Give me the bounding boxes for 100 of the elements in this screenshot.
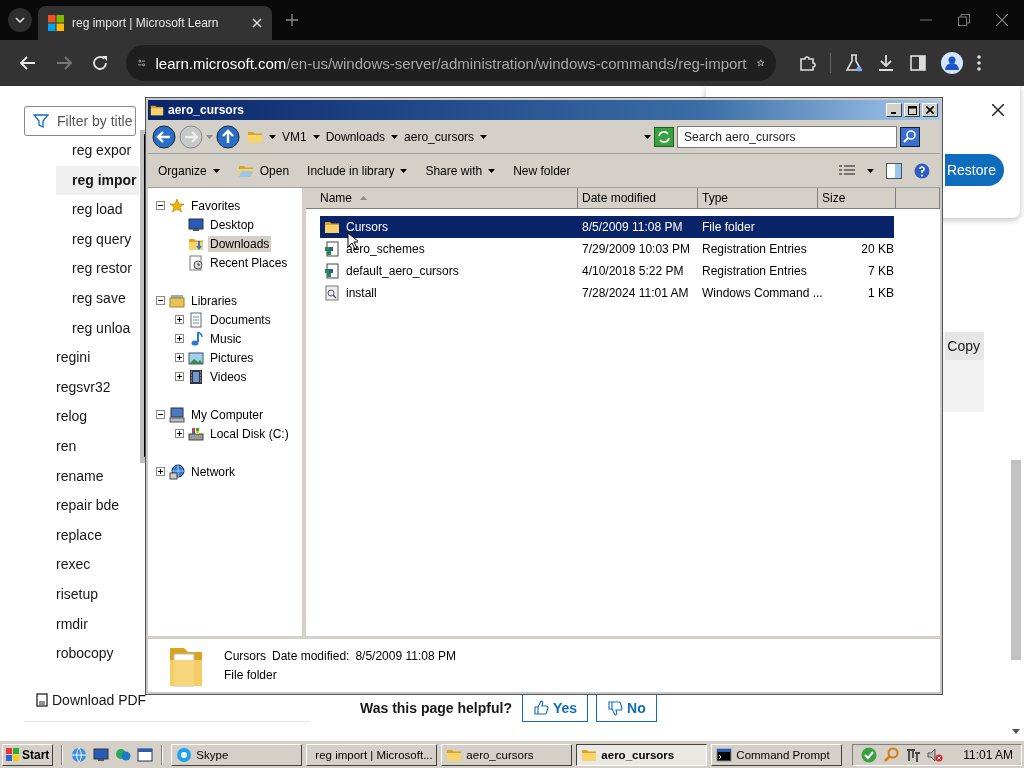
tree-item[interactable]: Favorites	[189, 197, 243, 214]
tree-item[interactable]: Music	[208, 330, 244, 347]
close-button[interactable]	[922, 103, 938, 117]
nav-link[interactable]: reg save	[24, 283, 126, 314]
nav-link[interactable]: relog	[24, 402, 88, 432]
breadcrumb-item[interactable]: VM1	[282, 129, 307, 144]
toolbar-button[interactable]: Share with	[425, 163, 496, 178]
globe-icon[interactable]	[71, 746, 88, 763]
preview-pane-icon[interactable]	[886, 162, 902, 179]
tree-item[interactable]: Libraries	[189, 292, 240, 309]
avatar-icon[interactable]	[941, 52, 963, 74]
tree-item[interactable]: Desktop	[208, 216, 257, 233]
nav-link[interactable]: reg impor	[56, 165, 139, 196]
details-view-icon[interactable]	[839, 163, 855, 178]
scroll-arrow-icon[interactable]	[1012, 729, 1020, 734]
file-row[interactable]: default_aero_cursors 4/10/2018 5:22 PM Registration Entries 7 KB	[320, 260, 894, 282]
restore-icon[interactable]	[958, 14, 970, 26]
maximize-button[interactable]	[904, 103, 920, 117]
back-button[interactable]	[152, 124, 176, 149]
expand-icon[interactable]	[156, 467, 165, 476]
nav-link[interactable]: ren	[24, 431, 77, 462]
tree-item[interactable]: Local Disk (C:)	[208, 425, 291, 442]
back-arrow-icon[interactable]	[19, 54, 37, 72]
flask-icon[interactable]	[845, 54, 863, 72]
menu-icon[interactable]	[977, 54, 981, 72]
tab-list-button[interactable]	[8, 8, 32, 32]
collapse-icon[interactable]	[156, 201, 165, 210]
nav-link[interactable]: regsvr32	[24, 372, 111, 403]
file-row[interactable]: Cursors 8/5/2009 11:08 PM File folder	[320, 216, 894, 238]
column-header[interactable]: Type	[698, 188, 818, 209]
expand-icon[interactable]	[175, 372, 184, 381]
window-icon[interactable]	[137, 746, 154, 763]
nav-link[interactable]: regini	[24, 343, 91, 373]
download-link[interactable]: Download PDF	[24, 686, 147, 713]
feedback-button[interactable]: No	[596, 694, 657, 722]
file-row[interactable]: aero_schemes 7/29/2009 10:03 PM Registration Entries 20 KB	[320, 238, 894, 260]
column-header[interactable]: Date modified	[578, 188, 698, 209]
nav-link[interactable]: reg load	[24, 195, 123, 225]
toolbar-button[interactable]: Include in library	[307, 163, 408, 178]
refresh-button[interactable]	[654, 126, 674, 147]
expand-icon[interactable]	[175, 334, 184, 343]
search-icon[interactable]	[900, 126, 920, 147]
tree-item[interactable]: Recent Places	[208, 254, 290, 271]
close-icon[interactable]	[992, 104, 1004, 116]
nav-link[interactable]: rmdir	[24, 609, 88, 640]
taskbar-button[interactable]: reg import | Microsoft...	[306, 743, 438, 766]
toolbar-button[interactable]: Organize	[158, 163, 220, 178]
toolbar-button[interactable]: New folder	[513, 163, 571, 178]
help-icon[interactable]	[914, 162, 930, 179]
breadcrumb-item[interactable]: aero_cursors	[404, 129, 475, 144]
minimize-button[interactable]	[886, 103, 902, 117]
feedback-button[interactable]: Yes	[521, 694, 589, 722]
taskbar-button[interactable]: Skype	[171, 743, 303, 766]
up-button[interactable]	[216, 124, 240, 149]
nav-link[interactable]: rename	[24, 461, 104, 492]
toolbar-button[interactable]: Open	[237, 162, 290, 179]
breadcrumb-item[interactable]: Downloads	[325, 129, 386, 144]
taskbar-button[interactable]: aero_cursors	[576, 743, 708, 766]
collapse-icon[interactable]	[156, 410, 165, 419]
speaker-muted-icon[interactable]	[927, 746, 944, 763]
nav-link[interactable]: repair bde	[24, 491, 120, 521]
reload-icon[interactable]	[91, 54, 109, 72]
search-field[interactable]: Search aero_cursors	[677, 125, 897, 148]
tree-item[interactable]: Pictures	[208, 349, 256, 366]
taskbar-button[interactable]: aero_cursors	[441, 743, 573, 766]
start-button[interactable]: Start	[2, 743, 54, 766]
check-shield-icon[interactable]	[861, 746, 878, 763]
address-field[interactable]: VM1 Downloads aero_cursors	[243, 124, 651, 149]
nav-link[interactable]: reg query	[24, 224, 132, 255]
taskbar-button[interactable]: Command Prompt	[711, 743, 843, 766]
expand-icon[interactable]	[175, 429, 184, 438]
nav-link[interactable]: reg restor	[24, 254, 132, 284]
column-header[interactable]: Name	[306, 188, 578, 209]
nav-link[interactable]: reg expor	[24, 136, 132, 166]
nav-link[interactable]: rexec	[24, 550, 91, 580]
tree-item[interactable]: Downloads	[208, 235, 272, 252]
chat-bubbles-icon[interactable]	[115, 746, 132, 763]
tree-item[interactable]: My Computer	[189, 406, 266, 423]
nav-link[interactable]: reg unloa	[24, 313, 131, 344]
tree-item[interactable]: Videos	[208, 368, 249, 385]
copy-button[interactable]: Copy	[945, 332, 984, 360]
side-panel-icon[interactable]	[909, 54, 927, 72]
file-row[interactable]: install 7/28/2024 11:01 AM Windows Command ... 1 KB	[320, 282, 894, 304]
browser-tab[interactable]: reg import | Microsoft Learn	[38, 6, 272, 40]
nav-link[interactable]: robocopy	[24, 639, 114, 669]
download-icon[interactable]	[877, 54, 895, 72]
monitor-icon[interactable]	[93, 746, 110, 763]
scrollbar-thumb[interactable]	[1011, 460, 1021, 660]
tree-item[interactable]: Network	[189, 463, 237, 480]
nav-link[interactable]: replace	[24, 520, 102, 551]
collapse-icon[interactable]	[156, 296, 165, 305]
nav-link[interactable]: risetup	[24, 579, 99, 610]
restore-button[interactable]: Restore	[944, 154, 1004, 186]
tools-icon[interactable]	[905, 746, 922, 763]
new-tab-icon[interactable]	[286, 14, 298, 26]
address-bar[interactable]: learn.microsoft.com/en-us/windows-server/administration/windows-commands/reg-import	[126, 45, 776, 81]
filter-field[interactable]: Filter by title	[24, 106, 136, 136]
tree-item[interactable]: Documents	[208, 311, 273, 328]
expand-icon[interactable]	[175, 353, 184, 362]
expand-icon[interactable]	[175, 315, 184, 324]
